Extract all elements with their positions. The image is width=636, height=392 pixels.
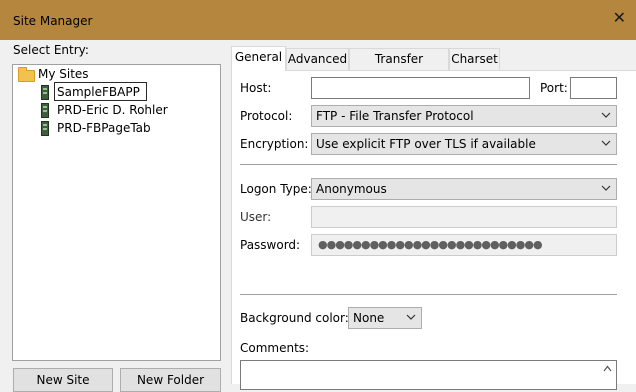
background-color-value: None <box>353 311 385 325</box>
user-label: User: <box>240 210 272 224</box>
tab-transfer-settings[interactable]: Transfer Settings <box>349 48 449 87</box>
folder-icon <box>18 67 35 82</box>
comments-textarea[interactable] <box>240 360 617 390</box>
protocol-label: Protocol: <box>240 109 293 123</box>
background-color-label: Background color: <box>240 311 349 325</box>
tab-general[interactable]: General <box>231 46 286 71</box>
host-input[interactable] <box>311 77 530 99</box>
tree-item-label: My Sites <box>38 67 89 81</box>
tree-item-label: PRD-Eric D. Rohler <box>57 103 168 117</box>
close-icon[interactable]: ✕ <box>613 10 626 26</box>
tree-item-label: SampleFBAPP <box>57 85 140 99</box>
password-mask: ●●●●●●●●●●●●●●●●●●●●●●●●●● <box>318 238 543 251</box>
server-icon <box>41 121 49 136</box>
logon-type-label: Logon Type: <box>240 182 312 196</box>
password-input[interactable]: ●●●●●●●●●●●●●●●●●●●●●●●●●● <box>311 234 617 256</box>
protocol-value: FTP - File Transfer Protocol <box>316 109 474 123</box>
general-panel: Host: Port: Protocol: FTP - File Transfe… <box>231 70 636 390</box>
tree-item-label: PRD-FBPageTab <box>57 121 151 135</box>
new-site-button[interactable]: New Site <box>13 368 113 392</box>
port-input[interactable] <box>570 77 617 99</box>
separator <box>240 294 617 295</box>
select-entry-label: Select Entry: <box>13 43 89 57</box>
background-color-select[interactable]: None <box>348 307 422 329</box>
chevron-down-icon <box>601 140 611 146</box>
site-tree[interactable]: My Sites SampleFBAPP PRD-Eric D. Rohler … <box>12 64 221 361</box>
tab-advanced[interactable]: Advanced <box>286 48 349 70</box>
server-icon <box>41 85 49 100</box>
user-input[interactable] <box>311 206 617 228</box>
encryption-select[interactable]: Use explicit FTP over TLS if available <box>311 133 617 155</box>
logon-type-value: Anonymous <box>316 182 387 196</box>
password-label: Password: <box>240 238 301 252</box>
encryption-label: Encryption: <box>240 137 309 151</box>
chevron-down-icon <box>406 314 416 320</box>
encryption-value: Use explicit FTP over TLS if available <box>316 137 536 151</box>
new-folder-button[interactable]: New Folder <box>120 368 221 392</box>
chevron-down-icon <box>601 185 611 191</box>
separator <box>240 164 617 165</box>
scroll-up-arrow-icon[interactable] <box>603 365 612 372</box>
server-icon <box>41 103 49 118</box>
host-label: Host: <box>240 81 272 95</box>
tab-charset[interactable]: Charset <box>449 48 500 70</box>
window-titlebar[interactable]: Site Manager ✕ <box>0 0 636 40</box>
port-label: Port: <box>540 81 568 95</box>
comments-label: Comments: <box>240 341 310 355</box>
window-title: Site Manager <box>13 14 93 28</box>
protocol-select[interactable]: FTP - File Transfer Protocol <box>311 105 617 127</box>
chevron-down-icon <box>601 112 611 118</box>
logon-type-select[interactable]: Anonymous <box>311 178 617 200</box>
